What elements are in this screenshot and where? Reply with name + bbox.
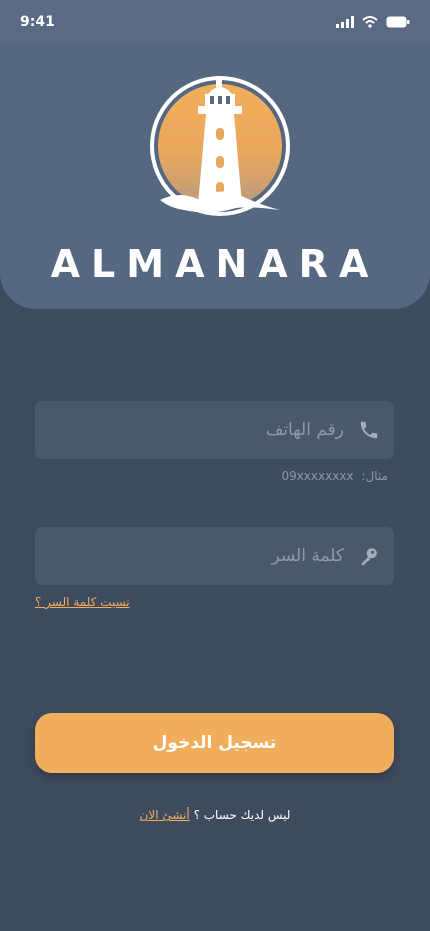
signup-prompt: ليس لديك حساب ؟ أنشئ الان [0,808,430,822]
brand-title: ALMANARA [50,242,380,286]
phone-input[interactable] [35,401,394,459]
signup-prompt-text: ليس لديك حساب ؟ [193,808,291,822]
status-icons [336,16,410,28]
key-icon [361,548,377,566]
forgot-password-link[interactable]: نسيت كلمة السر ؟ [35,595,130,609]
signup-link[interactable]: أنشئ الان [140,808,190,822]
battery-icon [386,16,410,28]
password-input[interactable] [35,527,394,585]
lighthouse-logo-icon [150,76,290,216]
phone-icon [360,421,378,439]
signal-icon [336,16,354,28]
status-time: 9:41 [20,14,55,30]
header-banner: ALMANARA [0,44,430,309]
status-bar: 9:41 [0,0,430,44]
wifi-icon [362,16,378,28]
phone-field[interactable] [35,401,394,459]
phone-hint-label: مثال: [361,469,388,483]
password-field[interactable] [35,527,394,585]
phone-hint: مثال: 09xxxxxxxx [281,469,388,483]
phone-hint-example: 09xxxxxxxx [281,469,354,483]
login-button[interactable]: تسجيل الدخول [35,713,394,773]
